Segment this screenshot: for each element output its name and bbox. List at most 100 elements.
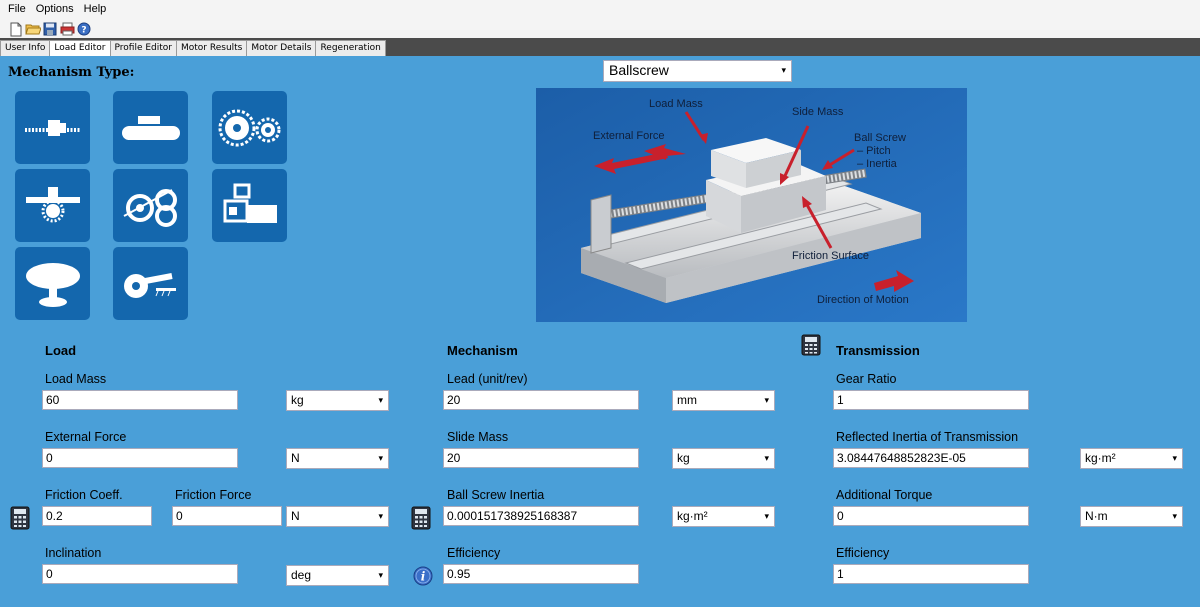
ballscrew-diagram: Load Mass External Force Side Mass Ball … xyxy=(536,88,967,322)
lead-label: Lead (unit/rev) xyxy=(447,372,528,386)
external-force-unit-select[interactable]: N ▾ xyxy=(286,448,389,469)
ballscrew-icon[interactable] xyxy=(15,91,90,164)
reflected-inertia-unit-value: kg·m² xyxy=(1085,451,1116,465)
transmission-efficiency-label: Efficiency xyxy=(836,546,890,560)
inclination-input[interactable]: 0 xyxy=(42,564,238,584)
additional-torque-unit-value: N·m xyxy=(1085,509,1108,523)
chevron-down-icon: ▾ xyxy=(378,453,383,463)
menu-help[interactable]: Help xyxy=(84,3,107,15)
gear-ratio-label: Gear Ratio xyxy=(836,372,897,386)
rotary-table-icon[interactable] xyxy=(15,247,90,320)
diagram-label-friction-surface: Friction Surface xyxy=(792,250,870,262)
chain-sprocket-icon[interactable] xyxy=(212,91,287,164)
help-icon[interactable]: ? xyxy=(76,21,92,37)
chevron-down-icon: ▾ xyxy=(378,395,383,405)
external-force-input[interactable]: 0 xyxy=(42,448,238,468)
slide-mass-input[interactable]: 20 xyxy=(443,448,639,468)
external-force-unit-value: N xyxy=(291,451,300,465)
screw-inertia-calculator-icon[interactable] xyxy=(411,506,431,533)
reflected-inertia-unit-select[interactable]: kg·m² ▾ xyxy=(1080,448,1183,469)
friction-force-label: Friction Force xyxy=(175,488,252,502)
friction-coeff-input[interactable]: 0.2 xyxy=(42,506,152,526)
ball-screw-inertia-unit-select[interactable]: kg·m² ▾ xyxy=(672,506,775,527)
ball-screw-inertia-label: Ball Screw Inertia xyxy=(447,488,545,502)
chevron-down-icon: ▾ xyxy=(1172,511,1177,521)
menu-bar: File Options Help xyxy=(0,0,1200,18)
toolbar: ? xyxy=(0,18,1200,40)
diagram-label-external-force: External Force xyxy=(593,130,665,142)
load-mass-unit-value: kg xyxy=(291,393,304,407)
cam-crank-icon[interactable] xyxy=(113,247,188,320)
friction-force-unit-value: N xyxy=(291,509,300,523)
diagram-label-load-mass: Load Mass xyxy=(649,98,703,110)
gearbox-icon[interactable] xyxy=(212,169,287,242)
mechanism-efficiency-input[interactable]: 0.95 xyxy=(443,564,639,584)
load-heading: Load xyxy=(45,343,77,358)
chevron-down-icon: ▾ xyxy=(764,511,769,521)
load-editor-panel: Mechanism Type: Ballscrew ▾ Load Mass Ex… xyxy=(0,56,1200,607)
chevron-down-icon: ▾ xyxy=(378,511,383,521)
load-mass-input[interactable]: 60 xyxy=(42,390,238,410)
inclination-label: Inclination xyxy=(45,546,102,560)
ballscrew-illustration xyxy=(536,88,967,322)
menu-options[interactable]: Options xyxy=(36,3,74,15)
tab-motor-details[interactable]: Motor Details xyxy=(246,40,317,56)
transmission-efficiency-input[interactable]: 1 xyxy=(833,564,1029,584)
tab-load-editor[interactable]: Load Editor xyxy=(49,40,111,57)
chevron-down-icon: ▾ xyxy=(781,65,786,75)
slide-mass-label: Slide Mass xyxy=(447,430,509,444)
inclination-unit-value: deg xyxy=(291,568,312,582)
friction-calculator-icon[interactable] xyxy=(10,506,30,533)
chevron-down-icon: ▾ xyxy=(378,570,383,580)
tab-motor-results[interactable]: Motor Results xyxy=(176,40,248,56)
tab-bar: User Info Load Editor Profile Editor Mot… xyxy=(0,40,386,57)
transmission-heading: Transmission xyxy=(836,343,920,358)
load-mass-label: Load Mass xyxy=(45,372,107,386)
ball-screw-inertia-unit-value: kg·m² xyxy=(677,509,708,523)
open-icon[interactable] xyxy=(25,21,41,37)
additional-torque-unit-select[interactable]: N·m ▾ xyxy=(1080,506,1183,527)
lead-input[interactable]: 20 xyxy=(443,390,639,410)
friction-force-unit-select[interactable]: N ▾ xyxy=(286,506,389,527)
slide-mass-unit-select[interactable]: kg ▾ xyxy=(672,448,775,469)
load-mass-unit-select[interactable]: kg ▾ xyxy=(286,390,389,411)
inclination-unit-select[interactable]: deg ▾ xyxy=(286,565,389,586)
winding-roll-icon[interactable] xyxy=(113,169,188,242)
mechanism-type-select[interactable]: Ballscrew ▾ xyxy=(603,60,792,82)
tab-profile-editor[interactable]: Profile Editor xyxy=(109,40,177,56)
gear-ratio-input[interactable]: 1 xyxy=(833,390,1029,410)
chevron-down-icon: ▾ xyxy=(764,453,769,463)
diagram-label-inertia: – Inertia xyxy=(857,158,897,170)
calculator-icon[interactable] xyxy=(801,334,821,359)
friction-force-input[interactable]: 0 xyxy=(172,506,282,526)
svg-text:i: i xyxy=(421,570,426,584)
save-icon[interactable] xyxy=(42,21,58,37)
chevron-down-icon: ▾ xyxy=(764,395,769,405)
additional-torque-input[interactable]: 0 xyxy=(833,506,1029,526)
info-icon[interactable]: i xyxy=(413,566,433,589)
tab-regeneration[interactable]: Regeneration xyxy=(315,40,386,56)
rack-pinion-icon[interactable] xyxy=(15,169,90,242)
menu-file[interactable]: File xyxy=(8,3,26,15)
reflected-inertia-label: Reflected Inertia of Transmission xyxy=(836,430,1019,444)
mechanism-type-label: Mechanism Type: xyxy=(8,65,135,80)
ball-screw-inertia-input[interactable]: 0.000151738925168387 xyxy=(443,506,639,526)
reflected-inertia-input[interactable]: 3.08447648852823E-05 xyxy=(833,448,1029,468)
mechanism-efficiency-label: Efficiency xyxy=(447,546,501,560)
slide-mass-unit-value: kg xyxy=(677,451,690,465)
lead-unit-select[interactable]: mm ▾ xyxy=(672,390,775,411)
lead-unit-value: mm xyxy=(677,393,697,407)
svg-text:?: ? xyxy=(81,26,86,36)
chevron-down-icon: ▾ xyxy=(1172,453,1177,463)
tab-user-info[interactable]: User Info xyxy=(0,40,51,56)
external-force-label: External Force xyxy=(45,430,127,444)
print-icon[interactable] xyxy=(59,21,75,37)
diagram-label-direction-of-motion: Direction of Motion xyxy=(817,294,909,306)
diagram-label-ball-screw: Ball Screw xyxy=(854,132,906,144)
mechanism-heading: Mechanism xyxy=(447,343,518,358)
diagram-label-side-mass: Side Mass xyxy=(792,106,844,118)
conveyor-icon[interactable] xyxy=(113,91,188,164)
new-icon[interactable] xyxy=(8,21,24,37)
friction-coeff-label: Friction Coeff. xyxy=(45,488,123,502)
mechanism-type-value: Ballscrew xyxy=(609,62,669,78)
